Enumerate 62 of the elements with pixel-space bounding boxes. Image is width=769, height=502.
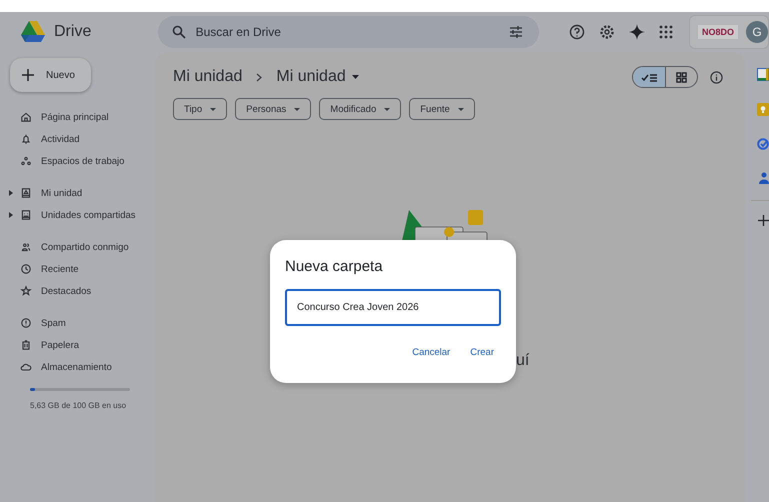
sidebar-item[interactable]: Compartido conmigo xyxy=(8,236,155,258)
dropdown-caret-icon xyxy=(210,108,216,110)
plus-icon[interactable] xyxy=(758,215,769,226)
star-icon xyxy=(20,285,32,297)
help-icon[interactable] xyxy=(568,24,585,40)
breadcrumb-item[interactable]: Mi unidad xyxy=(173,68,242,86)
new-button[interactable]: Nuevo xyxy=(10,58,91,92)
storage-usage-text: 5,63 GB de 100 GB en uso xyxy=(30,401,128,410)
app-name: Drive xyxy=(54,23,92,41)
sidebar-item[interactable]: Mi unidad xyxy=(8,182,155,204)
drive-icon xyxy=(20,187,32,199)
empty-state-text: uí xyxy=(516,352,530,370)
grid-icon xyxy=(676,72,687,82)
cloud-icon xyxy=(20,361,32,373)
sidebar-item[interactable]: Reciente xyxy=(8,258,155,280)
sidebar-item[interactable]: Actividad xyxy=(8,128,155,150)
create-button[interactable]: Crear xyxy=(463,343,501,362)
bell-icon xyxy=(20,133,32,145)
settings-icon[interactable] xyxy=(598,24,615,40)
drive-logo-icon xyxy=(20,20,46,44)
expand-caret-icon[interactable] xyxy=(9,190,13,196)
filter-chip[interactable]: Modificado xyxy=(319,98,402,120)
list-view-button[interactable] xyxy=(633,67,665,87)
sidebar-item[interactable]: Papelera xyxy=(8,334,155,356)
shared-drives-icon xyxy=(20,209,32,221)
trash-icon xyxy=(20,339,32,351)
plus-icon xyxy=(22,69,34,81)
apps-grid-icon[interactable] xyxy=(658,25,673,39)
dropdown-caret-icon xyxy=(384,108,390,110)
breadcrumb-item[interactable]: Mi unidad xyxy=(276,68,359,86)
home-icon xyxy=(20,111,32,123)
account-avatar[interactable]: G xyxy=(746,21,768,43)
sparkle-icon[interactable] xyxy=(628,24,645,40)
dropdown-caret-icon xyxy=(294,108,300,110)
filter-chip[interactable]: Personas xyxy=(235,98,312,120)
workspaces-icon xyxy=(20,155,32,167)
clock-icon xyxy=(20,263,32,275)
people-icon xyxy=(20,241,32,253)
sidebar-item[interactable]: Unidades compartidas xyxy=(8,204,155,226)
task-check-icon[interactable] xyxy=(757,138,769,150)
organization-logo[interactable]: NO8DO xyxy=(698,25,738,39)
folder-name-field[interactable]: Concurso Crea Joven 2026 xyxy=(285,289,501,326)
cancel-button[interactable]: Cancelar xyxy=(405,343,458,362)
sidebar-item[interactable]: Espacios de trabajo xyxy=(8,150,155,172)
search-field[interactable]: Buscar en Drive xyxy=(158,16,539,48)
dropdown-caret-icon xyxy=(458,108,464,110)
person-icon[interactable] xyxy=(759,172,769,184)
spam-icon xyxy=(20,317,32,329)
sidebar-item[interactable]: Spam xyxy=(8,312,155,334)
sidebar-item[interactable]: Página principal xyxy=(8,106,155,128)
sidebar-item[interactable]: Almacenamiento xyxy=(8,356,155,378)
sidebar-item[interactable]: Destacados xyxy=(8,280,155,302)
expand-caret-icon[interactable] xyxy=(9,212,13,218)
dialog-title: Nueva carpeta xyxy=(285,258,384,275)
filter-chip[interactable]: Fuente xyxy=(409,98,475,120)
checked-list-icon xyxy=(640,72,658,82)
dropdown-caret-icon xyxy=(352,75,359,79)
filter-chip[interactable]: Tipo xyxy=(173,98,228,120)
calendar-icon[interactable] xyxy=(757,68,769,81)
chevron-right-icon xyxy=(256,72,262,82)
filter-sliders-icon[interactable] xyxy=(508,25,523,39)
info-icon[interactable] xyxy=(710,70,723,84)
